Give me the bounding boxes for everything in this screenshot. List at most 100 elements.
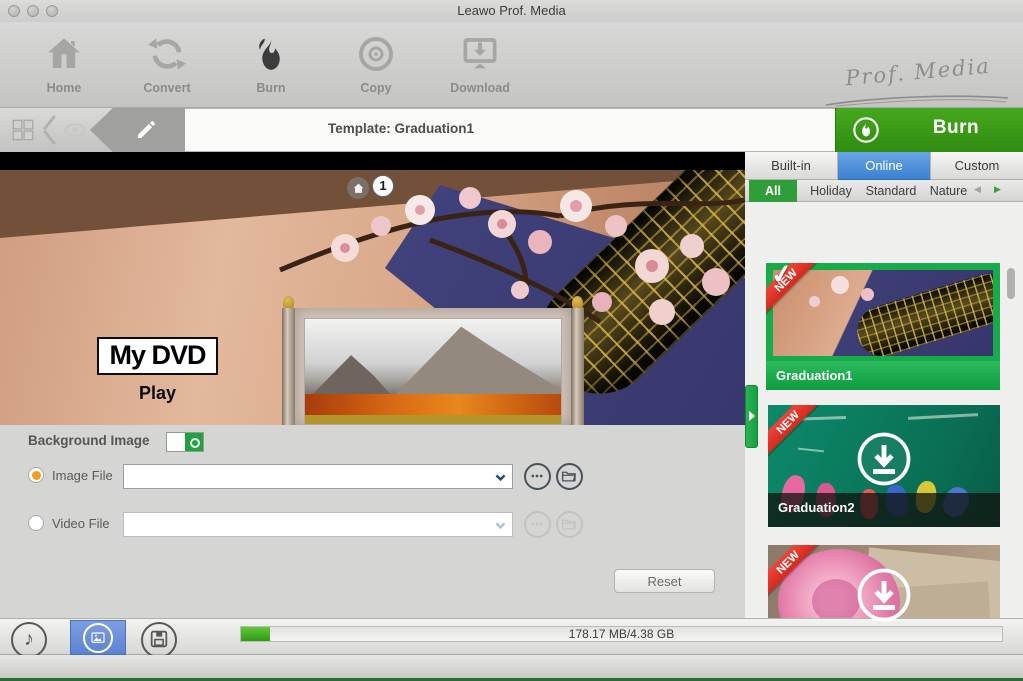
preview-mode-button[interactable]: [43, 108, 98, 152]
download-icon: [460, 38, 500, 78]
menu-preview: My DVD Play 1: [0, 152, 745, 425]
template-sidebar: Built-in Online Custom All Holiday Stand…: [745, 152, 1023, 662]
disc-capacity-bar: 178.17 MB/4.38 GB: [240, 626, 1003, 642]
background-image-button-active[interactable]: [70, 620, 126, 655]
burn-flame-icon: [251, 37, 291, 78]
edit-mode-button[interactable]: [90, 108, 185, 152]
background-music-button[interactable]: ♪: [11, 622, 47, 658]
burn-button[interactable]: Burn: [835, 108, 1023, 152]
image-file-more-button[interactable]: [524, 463, 551, 490]
blossom-art: [861, 288, 874, 301]
image-file-input[interactable]: [128, 466, 480, 487]
main-toolbar: Home Convert Burn Copy Download Prof. Me…: [0, 22, 1023, 108]
burn-button-label: Burn: [932, 117, 980, 138]
burn-button-flame-icon: [852, 116, 880, 144]
disc-save-icon: [148, 630, 170, 654]
scroll-pole: [571, 308, 584, 425]
template-source-tabs: Built-in Online Custom: [745, 152, 1023, 180]
titlebar: Leawo Prof. Media: [0, 0, 1023, 22]
video-file-combobox[interactable]: [123, 512, 513, 537]
template-list: NEW ✓ Graduation1 NEW Graduation2 NEW: [745, 202, 1023, 662]
foliage-art: [305, 394, 561, 416]
image-file-browse-button[interactable]: [556, 463, 583, 490]
category-holiday[interactable]: Holiday: [805, 180, 857, 202]
bottom-strip: [0, 655, 1023, 678]
chalk-art: [907, 413, 979, 420]
music-note-icon: ♪: [24, 628, 34, 650]
image-icon: [83, 623, 113, 653]
background-image-toggle[interactable]: [166, 432, 204, 452]
category-standard[interactable]: Standard: [860, 180, 922, 202]
window-title: Leawo Prof. Media: [457, 3, 566, 18]
toolbar-item-label: Download: [450, 81, 510, 95]
toolbar-item-copy[interactable]: Copy: [328, 34, 424, 102]
chevron-line: [43, 130, 56, 145]
video-file-label: Video File: [52, 516, 110, 531]
video-file-radio[interactable]: [28, 515, 44, 531]
disc-menu-button[interactable]: [141, 622, 177, 658]
mountain-art: [388, 326, 561, 402]
scroll-parchment: [295, 308, 571, 425]
tab-online[interactable]: Online: [838, 152, 931, 180]
sub-toolbar: Template: Graduation1 Burn: [0, 108, 1023, 152]
reset-button[interactable]: Reset: [614, 569, 715, 593]
template-card-graduation1[interactable]: NEW ✓ Graduation1: [766, 263, 1000, 390]
app-window: Leawo Prof. Media Home Convert Burn Copy…: [0, 0, 1023, 681]
video-file-browse-button[interactable]: [556, 511, 583, 538]
menu-background-art: My DVD Play 1: [0, 170, 745, 425]
template-card-graduation2[interactable]: NEW Graduation2: [768, 405, 1000, 527]
category-scroll-right-icon[interactable]: ▶: [994, 184, 1001, 195]
sidebar-scrollbar-thumb[interactable]: [1007, 268, 1015, 299]
chevron-line: [43, 115, 56, 130]
image-file-combobox[interactable]: [123, 464, 513, 489]
template-category-bar: All Holiday Standard Nature ◀ ▶: [745, 180, 1023, 202]
disc-capacity-text: 178.17 MB/4.38 GB: [568, 627, 675, 641]
template-grid-icon[interactable]: [10, 117, 36, 143]
template-name-label: Template: Graduation1: [327, 121, 475, 136]
toolbar-item-home[interactable]: Home: [16, 34, 112, 102]
disc-copy-icon: [356, 37, 396, 78]
category-scroll-left-icon[interactable]: ◀: [974, 184, 981, 195]
chalk-art: [797, 447, 825, 453]
selected-check-icon: ✓: [768, 263, 795, 291]
sidebar-collapse-handle[interactable]: [745, 385, 758, 448]
toolbar-item-label: Home: [46, 81, 82, 95]
background-image-label: Background Image: [28, 433, 150, 448]
image-file-radio[interactable]: [28, 467, 44, 483]
image-file-label: Image File: [52, 468, 113, 483]
toolbar-item-label: Copy: [360, 81, 392, 95]
download-template-button[interactable]: [856, 567, 912, 623]
toggle-on-half: [185, 433, 203, 451]
convert-icon: [147, 38, 187, 78]
category-all[interactable]: All: [749, 180, 797, 202]
menu-title-textbox[interactable]: My DVD: [97, 337, 218, 375]
menu-play-item[interactable]: Play: [97, 383, 218, 404]
toolbar-item-burn[interactable]: Burn: [223, 34, 319, 102]
video-file-more-button[interactable]: [524, 511, 551, 538]
category-nature[interactable]: Nature: [927, 180, 970, 202]
diploma-scroll-art: [851, 270, 993, 356]
menu-home-button[interactable]: [347, 177, 369, 199]
template-thumbnail: [773, 270, 993, 356]
toggle-off-half: [167, 433, 185, 451]
video-file-input[interactable]: [128, 514, 480, 535]
wallpaper-photo: [304, 318, 562, 425]
foliage-art: [305, 415, 561, 424]
blossom-art: [831, 276, 849, 294]
bottom-toolbar: ♪ 178.17 MB/4.38 GB: [0, 618, 1023, 658]
toolbar-item-label: Convert: [143, 81, 191, 95]
toolbar-item-label: Burn: [256, 81, 286, 95]
scroll-banner-art: [282, 296, 584, 425]
template-name-label: Graduation2: [768, 493, 1000, 527]
toolbar-item-convert[interactable]: Convert: [119, 34, 215, 102]
tab-custom[interactable]: Custom: [931, 152, 1023, 180]
template-name-label: Graduation1: [766, 361, 1000, 390]
tab-built-in[interactable]: Built-in: [745, 152, 838, 180]
brand-script-logo: Prof. Media: [844, 53, 992, 91]
menu-page-badge: 1: [372, 175, 394, 197]
home-icon: [44, 38, 84, 78]
toolbar-item-download[interactable]: Download: [432, 34, 528, 102]
rose-art: [812, 579, 860, 623]
background-settings-panel: Background Image Image File Video File R…: [0, 425, 745, 618]
download-template-button[interactable]: [856, 431, 912, 487]
